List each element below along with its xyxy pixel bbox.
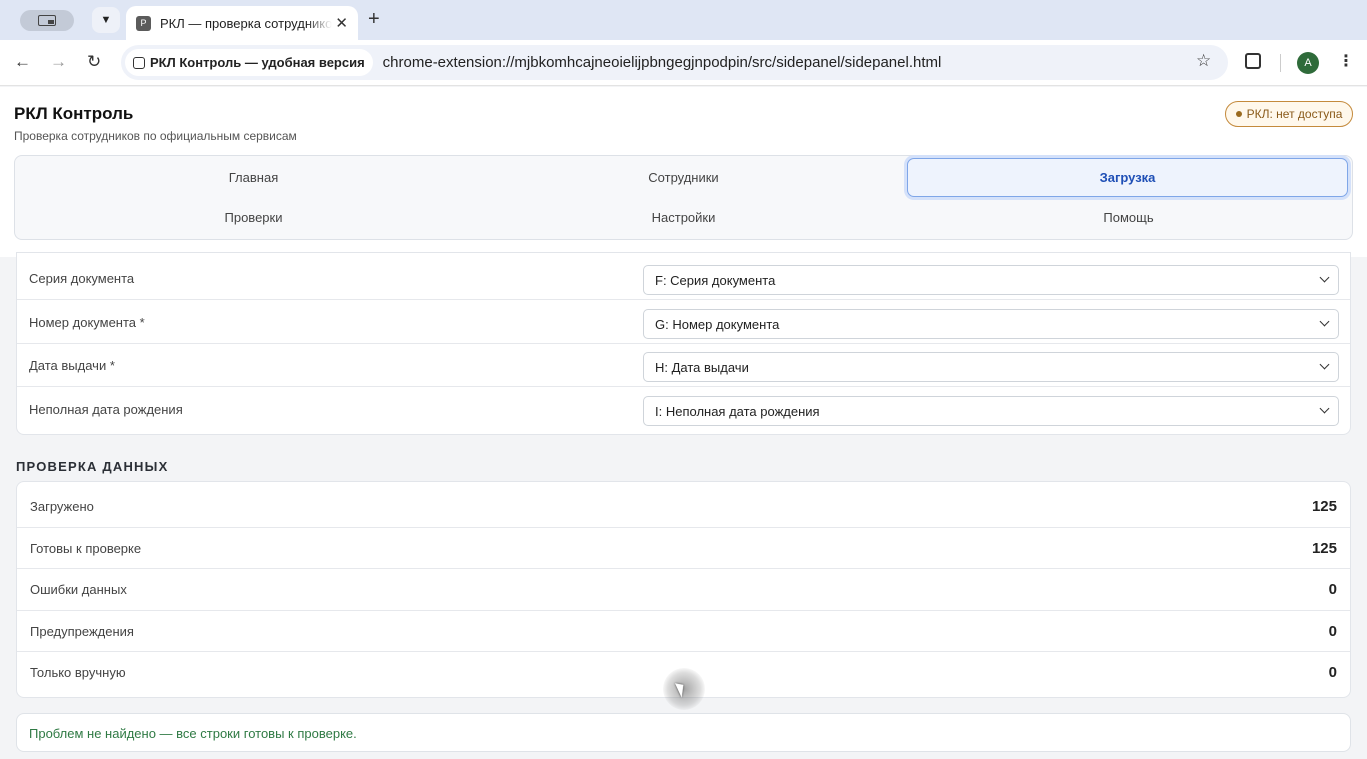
close-tab-icon[interactable]: ✕ bbox=[335, 14, 348, 32]
status-dot-icon bbox=[1235, 111, 1242, 117]
back-arrow-icon[interactable]: ← bbox=[14, 52, 31, 72]
stat-value: 0 bbox=[1328, 581, 1337, 598]
extension-puzzle-icon bbox=[133, 56, 145, 69]
tab-employees[interactable]: Сотрудники bbox=[462, 159, 905, 196]
stat-label: Предупреждения bbox=[30, 623, 134, 639]
address-bar[interactable]: РКЛ Контроль — удобная версия chrome-ext… bbox=[121, 45, 1228, 80]
stat-value: 0 bbox=[1328, 622, 1337, 640]
mapping-row-label: Серия документа bbox=[29, 270, 135, 286]
new-tab-button[interactable]: + bbox=[368, 8, 380, 31]
stat-label: Загружено bbox=[30, 499, 94, 514]
profile-avatar[interactable]: A bbox=[1297, 52, 1319, 74]
status-badge-label: РКЛ: нет доступа bbox=[1246, 107, 1343, 121]
column-select[interactable]: F: Серия документа bbox=[643, 265, 1339, 295]
tab-main[interactable]: Главная bbox=[32, 159, 475, 196]
section-title: ПРОВЕРКА ДАННЫХ bbox=[16, 459, 169, 474]
tab-settings[interactable]: Настройки bbox=[462, 199, 905, 236]
mapping-row: Дата выдачи * H: Дата выдачи bbox=[17, 343, 1350, 387]
app-title: РКЛ Контроль bbox=[14, 104, 134, 123]
site-chip-label: РКЛ Контроль — удобная версия bbox=[150, 55, 365, 70]
chevron-down-icon: ▼ bbox=[100, 14, 112, 26]
mapping-row: Неполная дата рождения I: Неполная дата … bbox=[17, 387, 1350, 431]
mapping-row-label: Номер документа * bbox=[29, 314, 145, 330]
column-mapping-panel: Серия документа F: Серия документа Номер… bbox=[16, 252, 1351, 435]
stat-row: Ошибки данных 0 bbox=[17, 569, 1350, 611]
window-switcher-button[interactable] bbox=[20, 10, 74, 31]
stat-row: Готовы к проверке 125 bbox=[17, 528, 1350, 569]
mapping-row: Серия документа F: Серия документа bbox=[17, 256, 1350, 300]
stat-label: Ошибки данных bbox=[30, 582, 127, 597]
site-info-chip[interactable]: РКЛ Контроль — удобная версия bbox=[125, 49, 373, 76]
column-select-value: I: Неполная дата рождения bbox=[655, 403, 820, 419]
stat-value: 125 bbox=[1311, 539, 1337, 557]
browser-tab-active[interactable]: Р РКЛ — проверка сотрудников ✕ bbox=[126, 6, 358, 40]
column-select-value: G: Номер документа bbox=[655, 316, 780, 332]
tab-help[interactable]: Помощь bbox=[907, 199, 1350, 236]
tab-checks[interactable]: Проверки bbox=[32, 199, 475, 236]
mapping-row-label: Дата выдачи * bbox=[29, 357, 115, 373]
validation-stats-panel: Загружено 125 Готовы к проверке 125 Ошиб… bbox=[16, 481, 1351, 698]
stat-value: 0 bbox=[1328, 664, 1337, 681]
url-text: chrome-extension://mjbkomhcajneoielijpbn… bbox=[382, 54, 942, 71]
stat-row: Загружено 125 bbox=[17, 486, 1350, 528]
app-subtitle: Проверка сотрудников по официальным серв… bbox=[14, 129, 297, 143]
validation-result-panel: Проблем не найдено — все строки готовы к… bbox=[16, 713, 1351, 752]
tab-search-button[interactable]: ▼ bbox=[92, 7, 120, 33]
chevron-down-icon bbox=[1319, 359, 1330, 370]
chevron-down-icon bbox=[1319, 272, 1330, 283]
extensions-icon[interactable] bbox=[1245, 53, 1261, 69]
stat-label: Готовы к проверке bbox=[30, 540, 142, 556]
browser-tab-strip: ▼ Р РКЛ — проверка сотрудников ✕ + bbox=[0, 0, 1367, 40]
column-select[interactable]: H: Дата выдачи bbox=[643, 352, 1339, 382]
app-tabs: Главная Сотрудники Загрузка Проверки Нас… bbox=[14, 155, 1353, 240]
window-icon bbox=[38, 15, 56, 26]
toolbar-divider bbox=[1280, 54, 1281, 72]
browser-menu-icon[interactable]: ⋮ bbox=[1338, 51, 1354, 71]
column-select[interactable]: I: Неполная дата рождения bbox=[643, 396, 1339, 426]
tab-upload[interactable]: Загрузка bbox=[907, 158, 1348, 197]
mapping-row-label: Неполная дата рождения bbox=[29, 401, 183, 417]
stat-row: Предупреждения 0 bbox=[17, 611, 1350, 652]
chevron-down-icon bbox=[1319, 316, 1330, 327]
status-badge: РКЛ: нет доступа bbox=[1225, 101, 1353, 127]
tab-favicon: Р bbox=[136, 15, 151, 31]
column-select[interactable]: G: Номер документа bbox=[643, 309, 1339, 339]
tab-title: РКЛ — проверка сотрудников bbox=[160, 15, 332, 31]
reload-icon[interactable]: ↻ bbox=[87, 52, 101, 72]
bookmark-star-icon[interactable]: ☆ bbox=[1196, 51, 1211, 71]
stat-label: Только вручную bbox=[30, 665, 126, 680]
forward-arrow-icon[interactable]: → bbox=[50, 52, 67, 72]
validation-result-message: Проблем не найдено — все строки готовы к… bbox=[29, 725, 357, 741]
mapping-row: Номер документа * G: Номер документа bbox=[17, 300, 1350, 344]
column-select-value: H: Дата выдачи bbox=[655, 359, 749, 375]
browser-toolbar: ← → ↻ РКЛ Контроль — удобная версия chro… bbox=[0, 40, 1367, 86]
stat-value: 125 bbox=[1311, 498, 1337, 515]
chevron-down-icon bbox=[1319, 403, 1330, 414]
column-select-value: F: Серия документа bbox=[655, 272, 776, 288]
